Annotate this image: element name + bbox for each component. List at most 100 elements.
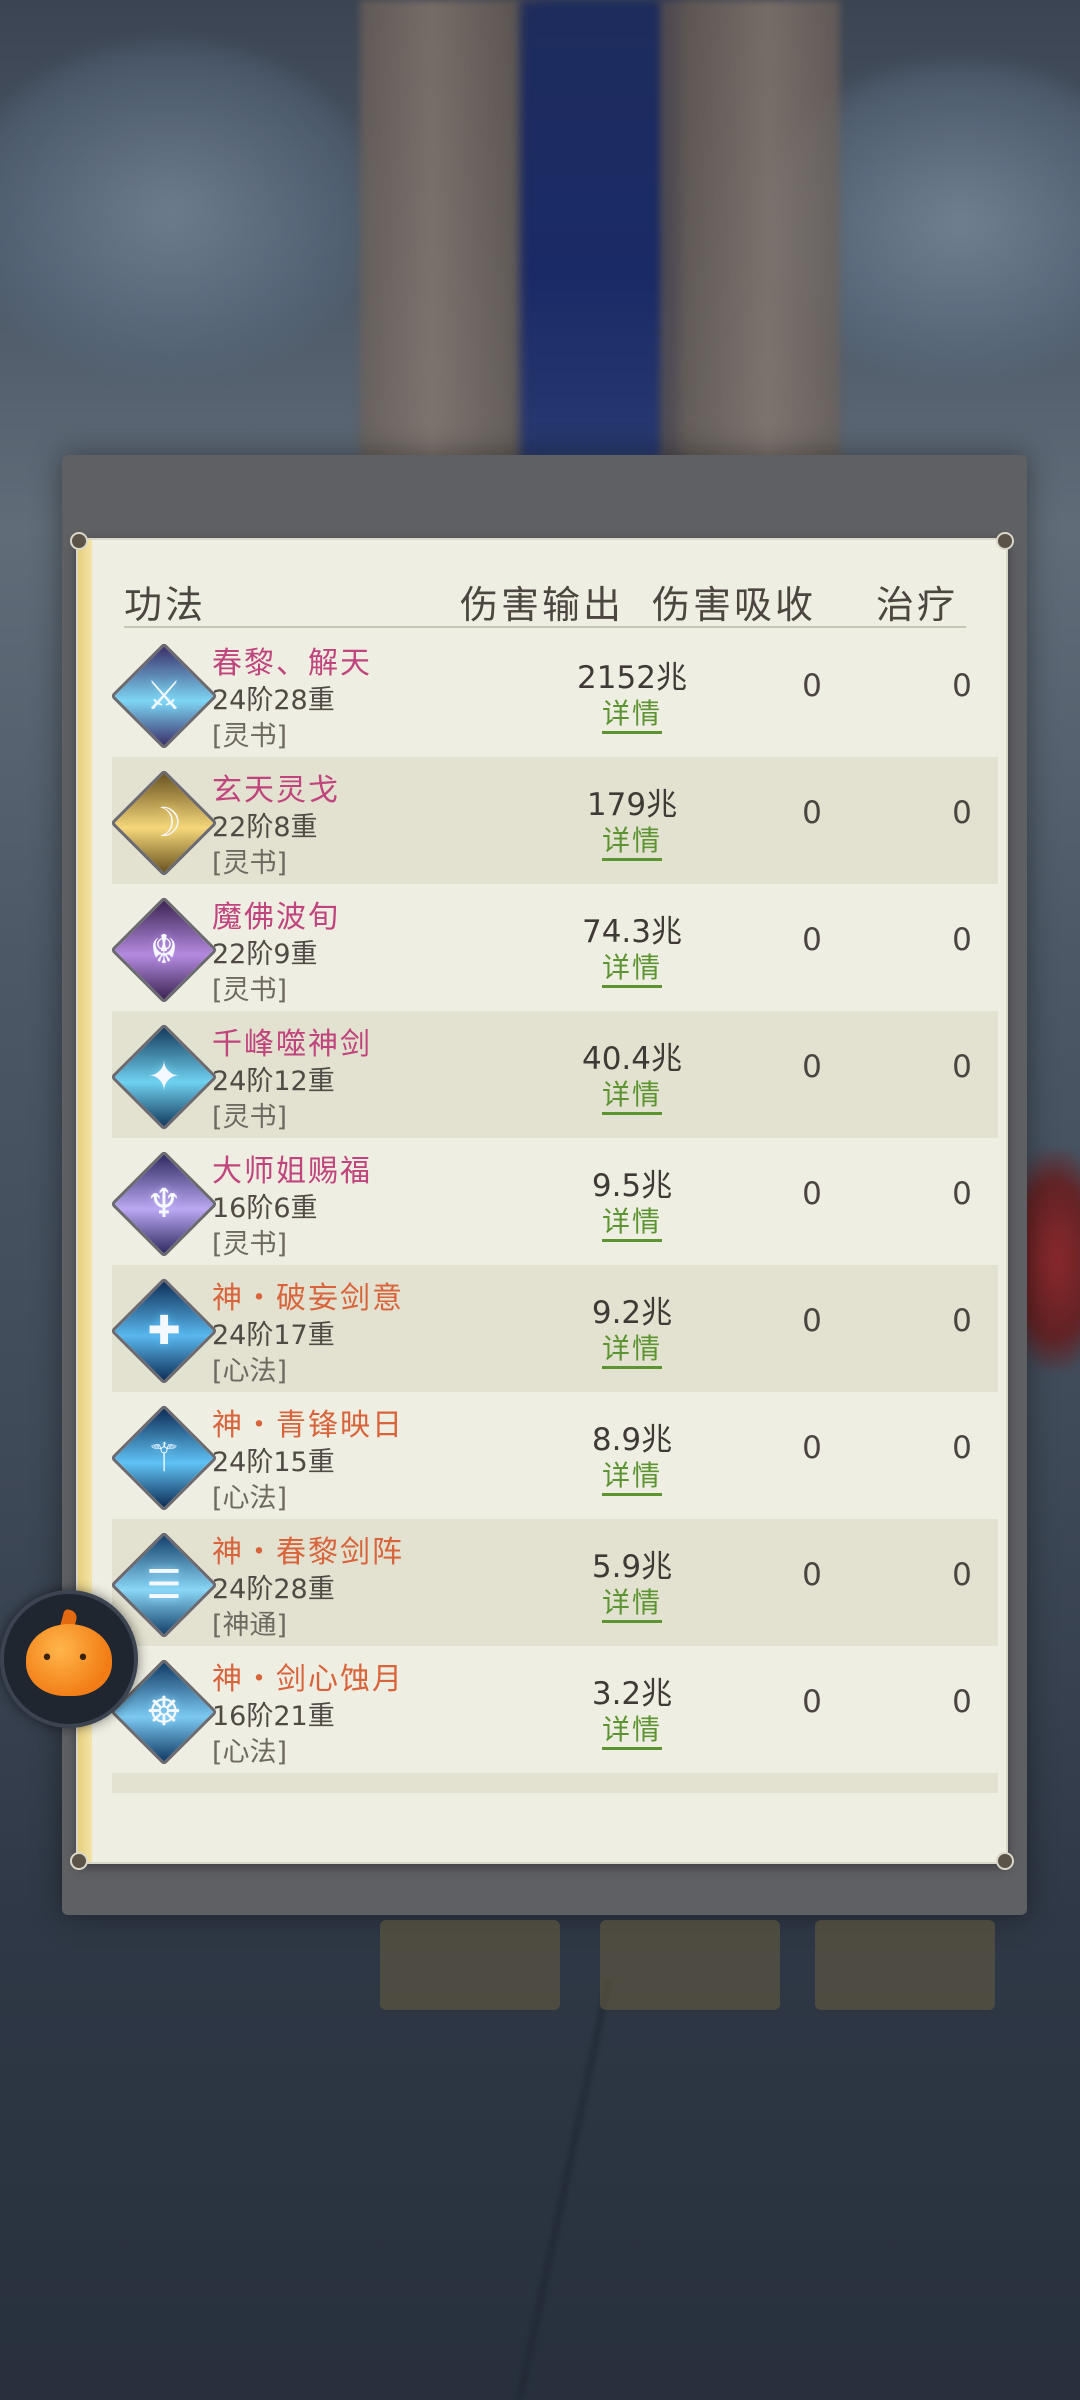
absorb-value: 0	[802, 1176, 822, 1212]
skill-tier: 22阶8重	[212, 812, 318, 843]
damage-value: 179兆	[586, 787, 678, 823]
detail-link-wrap: 详情	[532, 1073, 732, 1115]
skill-row: ✚ 神・破妄剑意 24阶17重 [心法] 9.2兆 详情 0 0	[112, 1265, 998, 1392]
detail-link-wrap: 详情	[532, 1581, 732, 1623]
damage-value: 2152兆	[577, 660, 687, 696]
heal-value: 0	[952, 668, 972, 704]
skill-name: 神・青锋映日	[212, 1408, 404, 1443]
damage-stats-panel: 功法 伤害输出 伤害吸收 治疗 ⚔ 春黎、解天 24阶28重 [灵书] 2152兆 详情 0…	[70, 532, 1014, 1870]
damage-value: 5.9兆	[591, 1549, 673, 1585]
damage-value: 3.2兆	[591, 1676, 673, 1712]
skill-name: 神・春黎剑阵	[212, 1535, 404, 1570]
damage-value: 9.5兆	[591, 1168, 673, 1204]
skill-list[interactable]: ⚔ 春黎、解天 24阶28重 [灵书] 2152兆 详情 0 0 ☽ 玄天灵戈 22阶8重 [灵书] 1…	[112, 630, 998, 1816]
detail-link-wrap: 详情	[532, 1454, 732, 1496]
background-tree	[515, 1980, 1013, 2400]
detail-link[interactable]: 详情	[601, 1078, 662, 1115]
heal-value: 0	[952, 1176, 972, 1212]
absorb-value: 0	[802, 668, 822, 704]
detail-link[interactable]: 详情	[601, 697, 662, 734]
skill-tier: 24阶12重	[212, 1066, 335, 1097]
sword-slash-icon: ⚔	[112, 642, 218, 750]
skill-name: 大师姐赐福	[212, 1154, 372, 1189]
absorb-value: 0	[802, 922, 822, 958]
skill-name: 神・剑心蚀月	[212, 1662, 404, 1697]
header-heal: 治疗	[876, 583, 959, 627]
skill-type: [神通]	[212, 1610, 288, 1641]
skill-tier: 24阶28重	[212, 685, 335, 716]
damage-value: 9.2兆	[591, 1295, 673, 1331]
skill-tier: 16阶6重	[212, 1193, 318, 1224]
absorb-value: 0	[802, 795, 822, 831]
absorb-value: 0	[802, 1049, 822, 1085]
panel-corner-rivet	[70, 532, 88, 550]
skill-name: 玄天灵戈	[212, 773, 340, 808]
skill-type: [灵书]	[212, 975, 288, 1006]
detail-link[interactable]: 详情	[601, 1332, 662, 1369]
detail-link-wrap: 详情	[532, 1708, 732, 1750]
skill-row: ☽ 玄天灵戈 22阶8重 [灵书] 179兆 详情 0 0	[112, 757, 998, 884]
detail-link[interactable]: 详情	[601, 1713, 662, 1750]
skill-tier: 24阶15重	[212, 1447, 335, 1478]
detail-link[interactable]: 详情	[601, 1459, 662, 1496]
damage-value: 8.9兆	[591, 1422, 673, 1458]
header-damage: 伤害输出	[460, 583, 625, 627]
panel-corner-rivet	[70, 1852, 88, 1870]
absorb-value: 0	[802, 1303, 822, 1339]
skill-type: [灵书]	[212, 721, 288, 752]
skill-tier: 24阶17重	[212, 1320, 335, 1351]
skill-type: [心法]	[212, 1483, 288, 1514]
outer-tab	[380, 1920, 560, 2010]
heal-value: 0	[952, 1303, 972, 1339]
header-skill: 功法	[124, 583, 207, 627]
skill-tier: 22阶9重	[212, 939, 318, 970]
detail-link[interactable]: 详情	[601, 1586, 662, 1623]
golden-blade-icon: ☽	[112, 769, 218, 877]
heal-value: 0	[952, 1430, 972, 1466]
absorb-value: 0	[802, 1430, 822, 1466]
detail-link[interactable]: 详情	[601, 1205, 662, 1242]
detail-link[interactable]: 详情	[601, 824, 662, 861]
pumpkin-face: • •	[40, 1646, 98, 1671]
outer-tab	[815, 1920, 995, 2010]
detail-link-wrap: 详情	[532, 1327, 732, 1369]
background-gate	[520, 0, 680, 460]
background-cloud	[0, 40, 380, 380]
detail-link-wrap: 详情	[532, 819, 732, 861]
floating-assistant-button[interactable]: • •	[0, 1590, 138, 1728]
absorb-value: 0	[802, 1557, 822, 1593]
demon-buddha-icon: ☬	[112, 896, 218, 1004]
skill-tier: 16阶21重	[212, 1701, 335, 1732]
spinning-sword-icon: ✦	[112, 1023, 218, 1131]
skill-row: ☰ 神・春黎剑阵 24阶28重 [神通] 5.9兆 详情 0 0	[112, 1519, 998, 1646]
background-pillar	[660, 0, 840, 470]
heal-value: 0	[952, 1049, 972, 1085]
skill-tier: 24阶28重	[212, 1574, 335, 1605]
skill-row: ☸ 神・剑心蚀月 16阶21重 [心法] 3.2兆 详情 0 0	[112, 1646, 998, 1773]
heal-value: 0	[952, 922, 972, 958]
panel-corner-rivet	[996, 532, 1014, 550]
outer-tab	[600, 1920, 780, 2010]
blue-sword-icon: ⚚	[112, 1404, 218, 1512]
skill-name: 神・破妄剑意	[212, 1281, 404, 1316]
skill-row: ☬ 魔佛波旬 22阶9重 [灵书] 74.3兆 详情 0 0	[112, 884, 998, 1011]
absorb-value: 0	[802, 1684, 822, 1720]
header-absorb: 伤害吸收	[652, 583, 817, 627]
cross-sword-icon: ✚	[112, 1277, 218, 1385]
damage-value: 74.3兆	[581, 914, 683, 950]
detail-link-wrap: 详情	[532, 946, 732, 988]
winged-figure-icon: ♆	[112, 1150, 218, 1258]
skill-name: 春黎、解天	[212, 646, 372, 681]
detail-link[interactable]: 详情	[601, 951, 662, 988]
heal-value: 0	[952, 1684, 972, 1720]
skill-type: [灵书]	[212, 848, 288, 879]
detail-link-wrap: 详情	[532, 692, 732, 734]
detail-link-wrap: 详情	[532, 1200, 732, 1242]
skill-row: ⚔ 春黎、解天 24阶28重 [灵书] 2152兆 详情 0 0	[112, 630, 998, 757]
skill-row: ♆ 大师姐赐福 16阶6重 [灵书] 9.5兆 详情 0 0	[112, 1138, 998, 1265]
background-pillar	[360, 0, 540, 470]
heal-value: 0	[952, 795, 972, 831]
skill-row-partial	[112, 1773, 998, 1793]
table-header: 功法 伤害输出 伤害吸收 治疗	[124, 570, 966, 628]
skill-row: ⚚ 神・青锋映日 24阶15重 [心法] 8.9兆 详情 0 0	[112, 1392, 998, 1519]
